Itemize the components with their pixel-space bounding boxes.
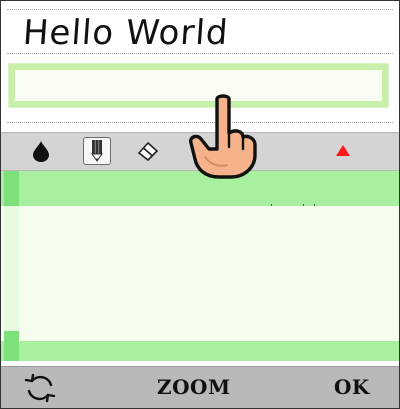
eraser-tool[interactable] (134, 137, 162, 165)
canvas-edge-strip (4, 171, 19, 361)
guide-line-middle (7, 53, 393, 54)
app-frame: Hello World ZOOM OK (0, 0, 400, 409)
pencil-icon (91, 140, 103, 162)
zoom-button[interactable]: ZOOM (157, 375, 231, 399)
refresh-icon[interactable] (23, 372, 57, 404)
edge-mark-bottom (4, 331, 19, 361)
warning-triangle-icon (336, 145, 350, 156)
bottom-action-bar: ZOOM OK (1, 366, 399, 408)
eraser-icon (137, 141, 159, 162)
pencil-tool[interactable] (83, 137, 111, 165)
guide-line-top (7, 9, 393, 10)
pointing-hand-icon (189, 94, 257, 179)
page-title: Hello World (21, 13, 230, 53)
drawing-canvas[interactable] (1, 171, 399, 361)
edge-mark-top (4, 171, 19, 206)
ok-button[interactable]: OK (334, 375, 370, 399)
menu-arrow-button[interactable] (329, 137, 357, 165)
ink-drop-tool[interactable] (27, 137, 55, 165)
canvas-ink-dots (271, 204, 316, 206)
canvas-band-bottom (1, 341, 399, 361)
ink-drop-icon (33, 141, 49, 162)
